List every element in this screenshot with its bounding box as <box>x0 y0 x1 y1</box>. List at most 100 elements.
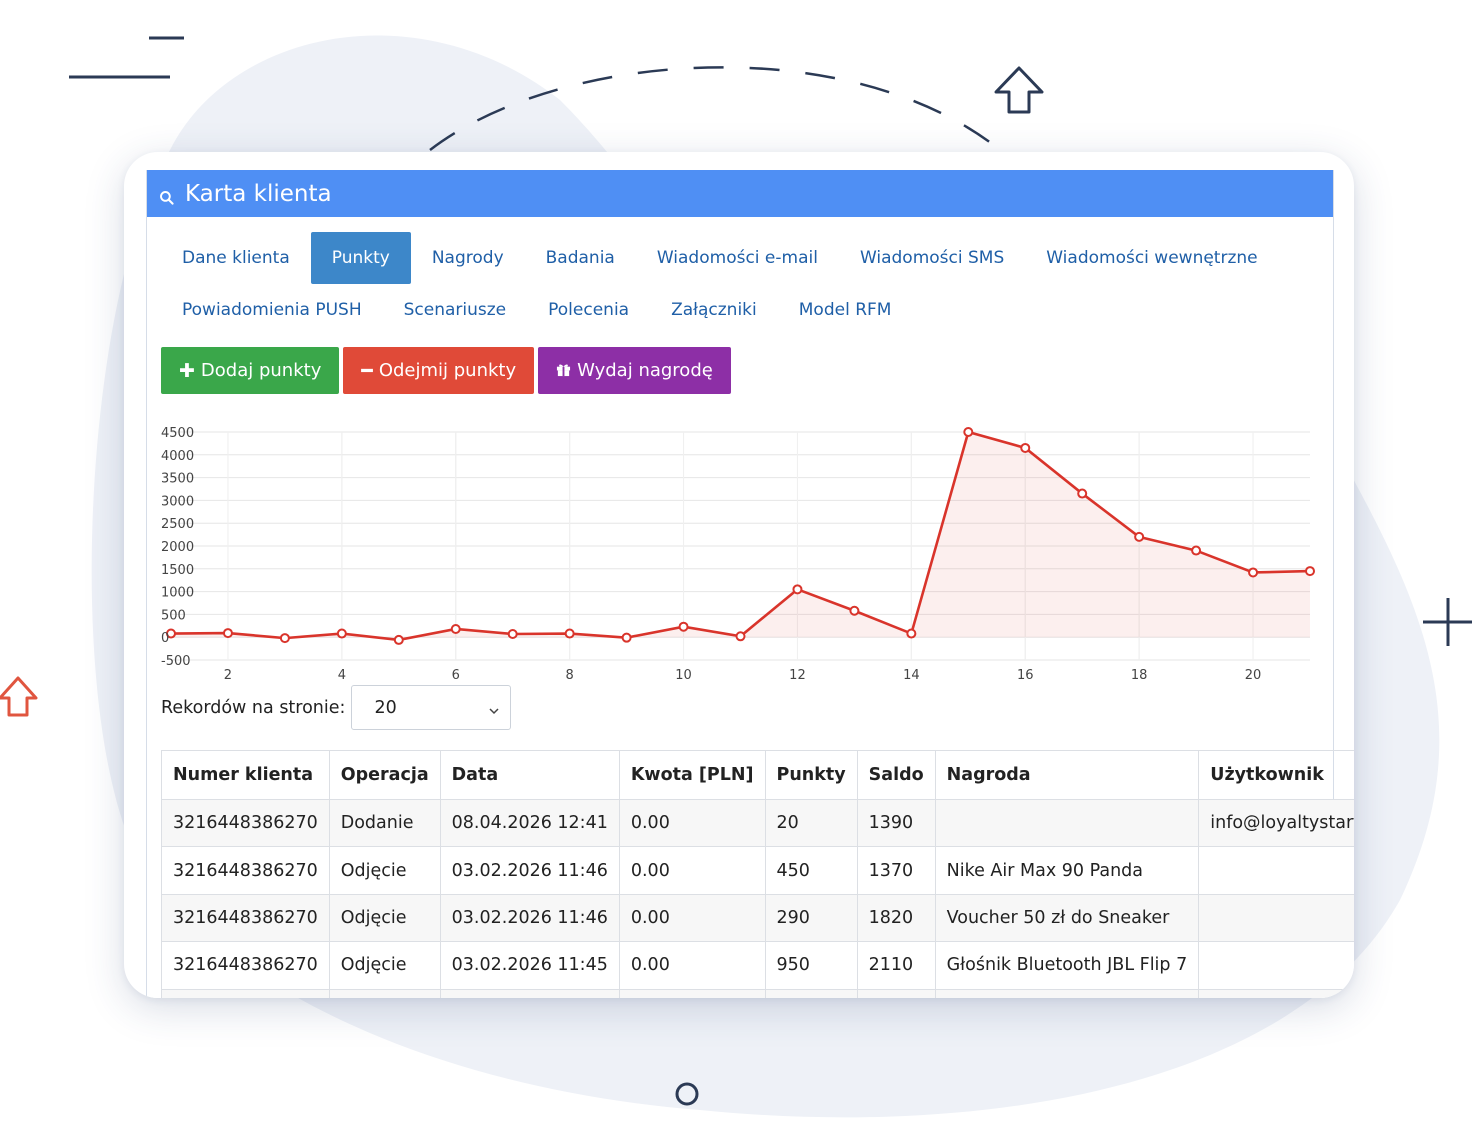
minus-icon: ━ <box>361 359 373 382</box>
y-tick-label: 4500 <box>161 426 194 441</box>
data-point <box>279 633 290 644</box>
column-header[interactable]: Nagroda <box>934 750 1200 800</box>
table-cell: 08.04.2026 12:41 <box>439 798 620 848</box>
column-header[interactable]: Punkty <box>764 750 858 800</box>
table-cell: Nike Air Max 90 Panda <box>934 846 1200 895</box>
tab-row-2: Powiadomienia PUSH Scenariusze Polecenia Za… <box>161 284 1321 336</box>
x-tick-label: 14 <box>903 668 920 683</box>
action-buttons: ✚ Dodaj punkty ━ Odejmij punkty Wydaj na… <box>161 347 731 394</box>
table-row[interactable]: 3216448386270 Odjęcie 03.02.2026 11:46 0.00… <box>161 893 1354 943</box>
table-row[interactable]: 3216448386270 Odjęcie 03.02.2026 11:46 0.00… <box>161 846 1354 895</box>
data-point <box>906 628 917 639</box>
tab-nagrody[interactable]: Nagrody <box>411 232 525 284</box>
records-per-page-label: Rekordów na stronie: <box>161 697 346 718</box>
records-per-page-value: 20 <box>374 697 397 718</box>
tab-załączniki[interactable]: Załączniki <box>650 284 778 336</box>
table-cell <box>1198 988 1354 998</box>
y-tick-label: -500 <box>161 654 191 669</box>
data-point <box>792 584 803 595</box>
table-cell: info@loyaltystarter.io <box>1198 798 1354 848</box>
issue-reward-button[interactable]: Wydaj nagrodę <box>538 347 731 394</box>
tab-badania[interactable]: Badania <box>525 232 636 284</box>
table-cell <box>439 988 620 998</box>
y-tick-label: 1000 <box>161 586 194 601</box>
table-cell <box>856 988 936 998</box>
tab-wiadomości-wewnętrzne[interactable]: Wiadomości wewnętrzne <box>1025 232 1278 284</box>
panel-header: Karta klienta <box>147 170 1333 217</box>
tab-powiadomienia-push[interactable]: Powiadomienia PUSH <box>161 284 383 336</box>
column-header[interactable]: Data <box>439 750 620 800</box>
column-header[interactable]: Numer klienta <box>161 750 330 800</box>
table-body: 3216448386270 Dodanie 08.04.2026 12:41 0.00… <box>161 798 1354 998</box>
table-cell: 20 <box>764 798 858 848</box>
table-header-row: Numer klienta Operacja Data Kwota [PLN] Punk… <box>161 750 1354 800</box>
table-cell: 3216448386270 <box>161 941 330 990</box>
tab-polecenia[interactable]: Polecenia <box>527 284 650 336</box>
issue-reward-label: Wydaj nagrodę <box>577 360 713 381</box>
x-tick-label: 12 <box>789 668 806 683</box>
table-cell <box>1198 941 1354 990</box>
table-row[interactable]: 3216448386270 Dodanie 08.04.2026 12:41 0.00… <box>161 798 1354 848</box>
add-points-label: Dodaj punkty <box>200 360 322 381</box>
column-header[interactable]: Saldo <box>856 750 936 800</box>
data-point <box>450 623 461 634</box>
y-tick-label: 0 <box>161 631 169 646</box>
add-points-button[interactable]: ✚ Dodaj punkty <box>161 347 340 394</box>
table-cell: 1370 <box>856 846 936 895</box>
points-history-table: Numer klienta Operacja Data Kwota [PLN] Punk… <box>161 750 1354 998</box>
y-tick-label: 2000 <box>161 540 194 555</box>
data-point <box>222 628 233 639</box>
data-point <box>1077 488 1088 499</box>
gift-icon <box>556 359 571 382</box>
tab-wiadomości-e-mail[interactable]: Wiadomości e-mail <box>636 232 839 284</box>
x-tick-label: 10 <box>675 668 692 683</box>
marketing-illustration: Karta klienta Dane klienta Punkty Nagrody B… <box>0 0 1477 1129</box>
table-cell: 1390 <box>856 798 936 848</box>
data-point <box>1134 531 1145 542</box>
chart-x-tick-labels: 2 4 6 8 10 12 14 16 18 20 <box>224 668 1262 683</box>
x-tick-label: 8 <box>566 668 574 683</box>
tab-dane-klienta[interactable]: Dane klienta <box>161 232 311 284</box>
table-cell <box>764 988 858 998</box>
tab-punkty[interactable]: Punkty <box>310 232 411 284</box>
y-tick-label: 2500 <box>161 517 194 532</box>
table-cell: Voucher 50 zł do Sneaker <box>934 893 1200 943</box>
column-header[interactable]: Kwota [PLN] <box>618 750 766 800</box>
table-cell: Odjęcie <box>328 893 441 943</box>
records-per-page-select[interactable]: 20 <box>351 685 512 730</box>
y-tick-label: 500 <box>161 608 186 623</box>
y-tick-label: 4000 <box>161 449 194 464</box>
tab-scenariusze[interactable]: Scenariusze <box>383 284 528 336</box>
y-tick-label: 3500 <box>161 472 194 487</box>
tab-model-rfm[interactable]: Model RFM <box>778 284 913 336</box>
table-cell: 03.02.2026 11:45 <box>439 941 620 990</box>
tab-row-1: Dane klienta Punkty Nagrody Badania Wiadomoś… <box>161 232 1321 284</box>
data-point <box>1248 567 1259 578</box>
subtract-points-button[interactable]: ━ Odejmij punkty <box>343 347 535 394</box>
plus-icon: ✚ <box>179 359 195 382</box>
data-point <box>963 427 974 437</box>
data-point <box>1305 566 1315 577</box>
data-point <box>849 605 860 616</box>
table-row[interactable]: 3216448386270 Odjęcie 03.02.2026 11:45 0.00… <box>161 941 1354 990</box>
x-tick-label: 18 <box>1131 668 1148 683</box>
table-cell: Odjęcie <box>328 941 441 990</box>
table-cell: 290 <box>764 893 858 943</box>
table-cell: 950 <box>764 941 858 990</box>
data-point <box>336 628 347 639</box>
table-row[interactable] <box>161 988 1354 998</box>
table-cell <box>934 798 1200 848</box>
y-tick-label: 3000 <box>161 494 194 509</box>
table-cell: 1820 <box>856 893 936 943</box>
tab-wiadomości-sms[interactable]: Wiadomości SMS <box>839 232 1025 284</box>
table-cell <box>1198 893 1354 943</box>
table-cell: Dodanie <box>328 798 441 848</box>
panel-title: Karta klienta <box>185 180 332 207</box>
column-header[interactable]: Użytkownik <box>1198 750 1354 800</box>
data-point <box>1020 442 1031 453</box>
x-tick-label: 20 <box>1245 668 1262 683</box>
data-point <box>393 634 404 645</box>
table-cell <box>328 988 441 998</box>
data-point <box>564 628 575 639</box>
column-header[interactable]: Operacja <box>328 750 441 800</box>
